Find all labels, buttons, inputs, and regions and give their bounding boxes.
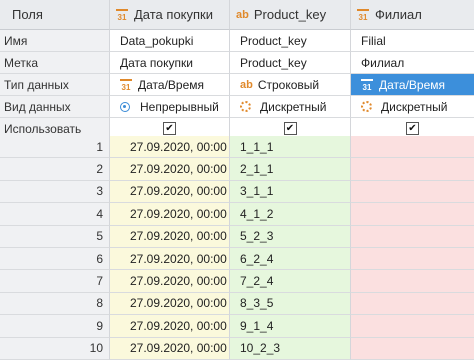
text-type-icon: ab (240, 78, 253, 91)
name-filial[interactable]: Filial (351, 30, 474, 52)
label-filial[interactable]: Филиал (351, 52, 474, 74)
label-product-key[interactable]: Product_key (230, 52, 351, 74)
filial-cell[interactable] (351, 136, 474, 159)
date-cell[interactable]: 27.09.2020, 00:00 (110, 315, 230, 338)
continuous-icon (120, 101, 130, 112)
type-value: Дата/Время (379, 77, 446, 92)
row-number: 1 (0, 136, 110, 159)
table-row: 5 27.09.2020, 00:00 5_2_3 (0, 225, 474, 248)
table-row: 3 27.09.2020, 00:00 3_1_1 (0, 180, 474, 204)
kind-product-key[interactable]: Дискретный (230, 96, 351, 118)
header-purchase-date[interactable]: 31 Дата покупки (110, 0, 230, 30)
date-cell[interactable]: 27.09.2020, 00:00 (110, 337, 230, 360)
row-number: 7 (0, 270, 110, 293)
name-product-key[interactable]: Product_key (230, 30, 351, 52)
kind-value: Дискретный (381, 99, 448, 114)
table-row: 9 27.09.2020, 00:00 9_1_4 (0, 315, 474, 338)
filial-cell[interactable] (351, 158, 474, 181)
key-cell[interactable]: 6_2_4 (230, 248, 351, 271)
date-cell[interactable]: 27.09.2020, 00:00 (110, 158, 230, 181)
row-number: 4 (0, 203, 110, 226)
filial-cell[interactable] (351, 315, 474, 338)
filial-cell[interactable] (351, 180, 474, 204)
type-product-key[interactable]: ab Строковый (230, 74, 351, 96)
type-purchase-date[interactable]: 31 Дата/Время (110, 74, 230, 96)
date-cell[interactable]: 27.09.2020, 00:00 (110, 180, 230, 204)
use-filial-checkbox[interactable]: ✔ (406, 122, 419, 135)
filial-cell[interactable] (351, 292, 474, 316)
kind-value: Дискретный (260, 99, 327, 114)
date-cell[interactable]: 27.09.2020, 00:00 (110, 203, 230, 226)
table-row: 10 27.09.2020, 00:00 10_2_3 (0, 337, 474, 360)
filial-cell[interactable] (351, 225, 474, 248)
row-number: 10 (0, 337, 110, 360)
name-purchase-date[interactable]: Data_pokupki (110, 30, 230, 52)
key-cell[interactable]: 7_2_4 (230, 270, 351, 293)
row-number: 5 (0, 225, 110, 248)
label-purchase-date[interactable]: Дата покупки (110, 52, 230, 74)
key-cell[interactable]: 1_1_1 (230, 136, 351, 159)
table-row: 2 27.09.2020, 00:00 2_1_1 (0, 158, 474, 181)
key-cell[interactable]: 4_1_2 (230, 203, 351, 226)
key-cell[interactable]: 2_1_1 (230, 158, 351, 181)
use-purchase-date-checkbox[interactable]: ✔ (163, 122, 176, 135)
header-label: Дата покупки (134, 7, 213, 22)
header-product-key[interactable]: ab Product_key (230, 0, 351, 30)
table-row: 6 27.09.2020, 00:00 6_2_4 (0, 248, 474, 271)
table-row: 8 27.09.2020, 00:00 8_3_5 (0, 292, 474, 316)
key-cell[interactable]: 5_2_3 (230, 225, 351, 248)
key-cell[interactable]: 9_1_4 (230, 315, 351, 338)
table-row: 4 27.09.2020, 00:00 4_1_2 (0, 203, 474, 226)
header-label: Product_key (253, 7, 327, 22)
type-filial[interactable]: 31 Дата/Время (351, 74, 474, 96)
calendar-icon: 31 (361, 78, 373, 92)
key-cell[interactable]: 3_1_1 (230, 180, 351, 204)
row-label: Вид данных (0, 96, 110, 118)
row-number: 3 (0, 180, 110, 204)
date-cell[interactable]: 27.09.2020, 00:00 (110, 248, 230, 271)
filial-cell[interactable] (351, 248, 474, 271)
meta-row-data-type: Тип данных 31 Дата/Время ab Строковый 31… (0, 74, 474, 96)
meta-row-data-kind: Вид данных Непрерывный Дискретный Дискре… (0, 96, 474, 118)
calendar-icon: 31 (116, 8, 128, 22)
discrete-icon (240, 101, 251, 112)
key-cell[interactable]: 8_3_5 (230, 292, 351, 316)
row-number: 6 (0, 248, 110, 271)
header-row: Поля 31 Дата покупки ab Product_key 31 Ф… (0, 0, 474, 30)
date-cell[interactable]: 27.09.2020, 00:00 (110, 292, 230, 316)
row-label: Имя (0, 30, 110, 52)
table-row: 1 27.09.2020, 00:00 1_1_1 (0, 136, 474, 159)
date-cell[interactable]: 27.09.2020, 00:00 (110, 270, 230, 293)
row-label: Метка (0, 52, 110, 74)
calendar-icon: 31 (120, 78, 132, 92)
meta-row-label: Метка Дата покупки Product_key Филиал (0, 52, 474, 74)
calendar-icon: 31 (357, 8, 369, 22)
kind-purchase-date[interactable]: Непрерывный (110, 96, 230, 118)
filial-cell[interactable] (351, 203, 474, 226)
key-cell[interactable]: 10_2_3 (230, 337, 351, 360)
use-product-key-checkbox[interactable]: ✔ (283, 122, 297, 135)
filial-cell[interactable] (351, 270, 474, 293)
meta-row-name: Имя Data_pokupki Product_key Filial (0, 30, 474, 52)
filial-cell[interactable] (351, 337, 474, 360)
type-value: Строковый (257, 77, 320, 92)
date-cell[interactable]: 27.09.2020, 00:00 (110, 225, 230, 248)
fields-grid: Поля 31 Дата покупки ab Product_key 31 Ф… (0, 0, 474, 360)
kind-value: Непрерывный (140, 99, 219, 114)
row-number: 9 (0, 315, 110, 338)
row-number: 2 (0, 158, 110, 181)
kind-filial[interactable]: Дискретный (351, 96, 474, 118)
table-row: 7 27.09.2020, 00:00 7_2_4 (0, 270, 474, 293)
header-fields[interactable]: Поля (0, 0, 110, 30)
row-number: 8 (0, 292, 110, 316)
row-label: Тип данных (0, 74, 110, 96)
header-filial[interactable]: 31 Филиал (351, 0, 474, 30)
text-type-icon: ab (236, 8, 249, 21)
type-value: Дата/Время (138, 77, 205, 92)
discrete-icon (361, 101, 372, 112)
date-cell[interactable]: 27.09.2020, 00:00 (110, 136, 230, 159)
header-label: Филиал (375, 7, 422, 22)
